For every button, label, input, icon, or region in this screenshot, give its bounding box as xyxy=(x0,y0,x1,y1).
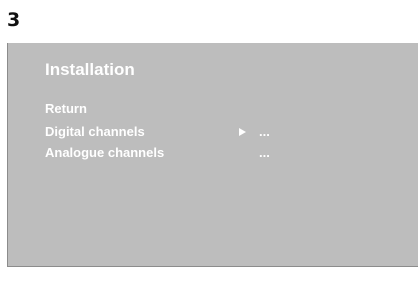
menu-item-label: Digital channels xyxy=(45,124,145,139)
menu-title: Installation xyxy=(45,60,135,79)
triangle-right-icon xyxy=(239,128,246,136)
manual-page: 3 Installation Return Digital channels .… xyxy=(0,0,418,294)
menu-item-label: Return xyxy=(45,101,87,116)
menu-item-value: ... xyxy=(239,124,270,139)
submenu-indicator: ... xyxy=(259,145,270,160)
menu-item-analogue-channels[interactable]: Analogue channels ... xyxy=(45,145,270,160)
menu-item-value: ... xyxy=(259,146,270,160)
menu-item-digital-channels[interactable]: Digital channels ... xyxy=(45,124,270,139)
menu-item-return[interactable]: Return xyxy=(45,102,87,116)
step-number: 3 xyxy=(7,9,21,31)
tv-menu-screen: Installation Return Digital channels ...… xyxy=(7,43,418,267)
menu-item-label: Analogue channels xyxy=(45,145,165,160)
submenu-indicator: ... xyxy=(259,124,270,139)
